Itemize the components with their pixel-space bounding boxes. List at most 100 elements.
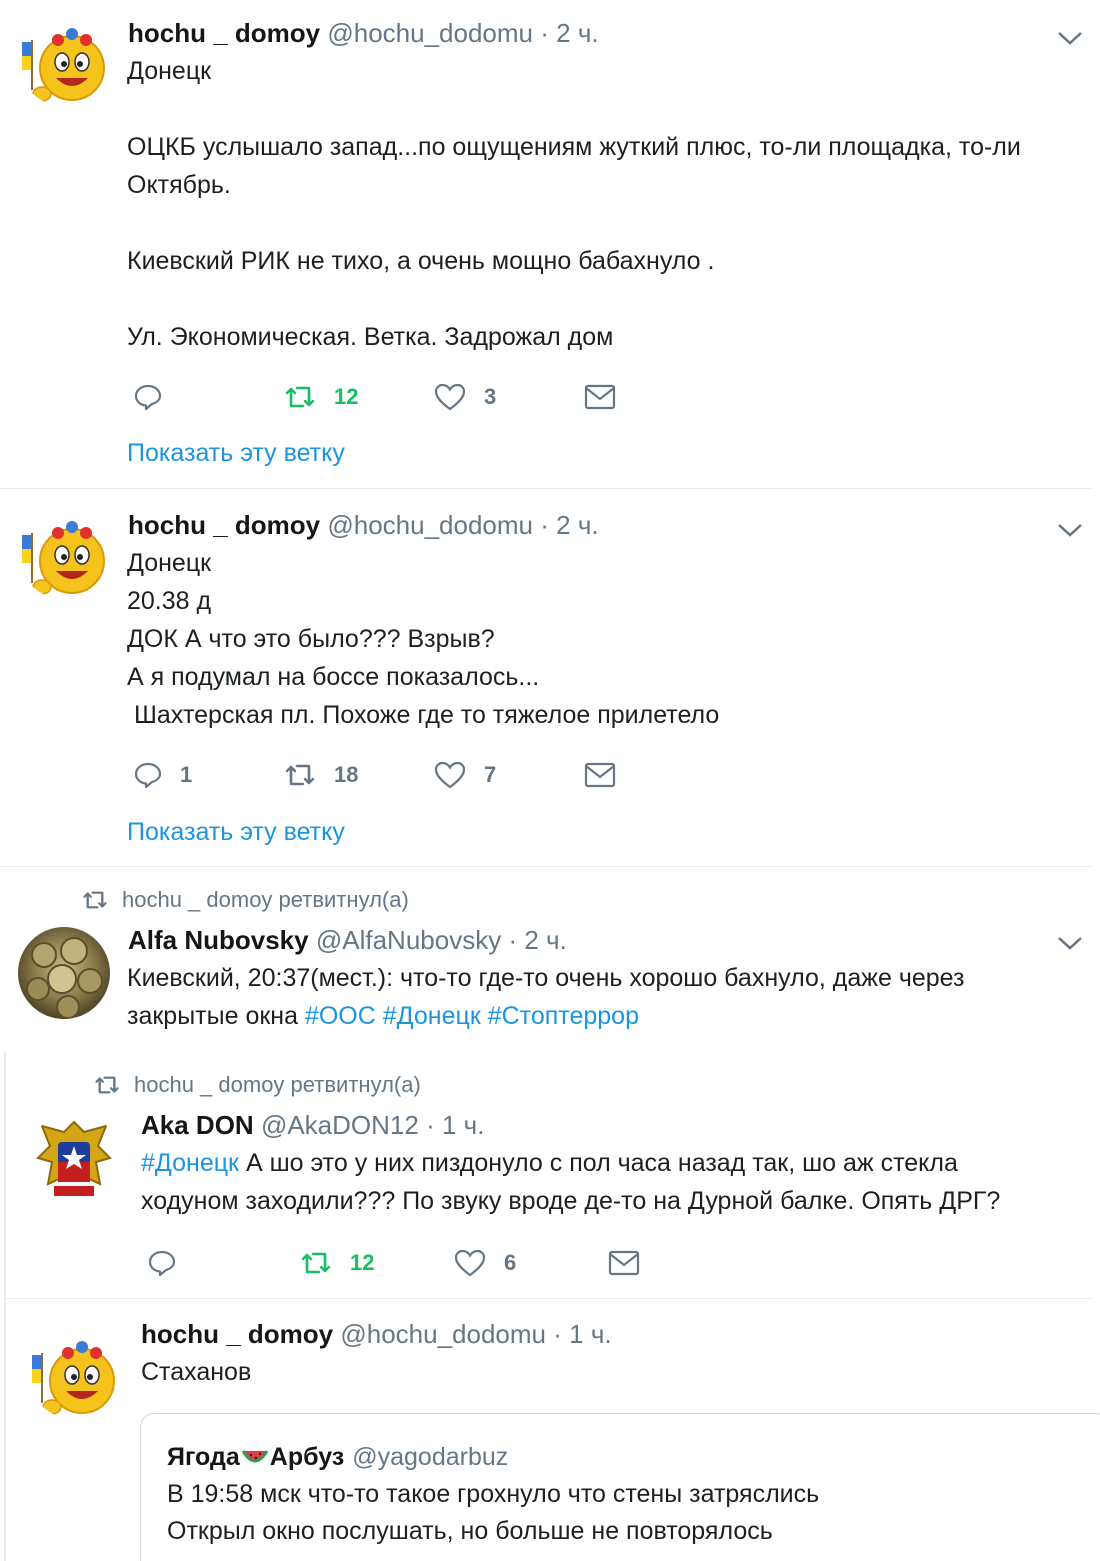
display-name[interactable]: hochu _ domoy [128, 510, 320, 540]
retweet-count: 12 [334, 384, 359, 409]
dm-icon [584, 762, 616, 788]
like-count: 6 [504, 1250, 517, 1275]
tweet-header: Aka DON @AkaDON12 · 1 ч. [141, 1110, 484, 1140]
hashtag-link[interactable]: #Донецк [383, 1002, 481, 1030]
display-name[interactable]: hochu _ domoy [141, 1319, 333, 1349]
chevron-down-icon[interactable] [1057, 522, 1083, 538]
like-button[interactable]: 3 [434, 377, 496, 417]
tweet-4-retweet[interactable]: hochu _ domoy ретвитнул(а) Aka DON @AkaD… [6, 1052, 1092, 1298]
quoted-display-name-suffix[interactable]: Арбуз [270, 1442, 344, 1472]
retweet-context: hochu _ domoy ретвитнул(а) [82, 887, 409, 913]
dm-icon [584, 384, 616, 410]
timestamp[interactable]: 1 ч. [442, 1110, 484, 1140]
user-handle[interactable]: @hochu_dodomu [327, 18, 533, 48]
reply-icon [134, 384, 162, 411]
display-name[interactable]: Alfa Nubovsky [128, 925, 309, 955]
reply-count: 1 [180, 762, 193, 787]
avatar[interactable] [28, 1327, 120, 1419]
user-handle[interactable]: @hochu_dodomu [340, 1319, 546, 1349]
chevron-down-icon[interactable] [1057, 30, 1083, 46]
hashtag-link[interactable]: #ООС [305, 1002, 376, 1030]
tweet-text: Донецк ОЦКБ услышало запад...по ощущения… [127, 57, 1021, 351]
separator-dot: · [508, 925, 518, 955]
tweet-3-retweet[interactable]: hochu _ domoy ретвитнул(а) Alfa Nubovsky… [0, 867, 1092, 1050]
tweet-5[interactable]: hochu _ domoy @hochu_dodomu · 1 ч. Стаха… [6, 1299, 1100, 1561]
separator-dot: · [540, 18, 549, 48]
like-icon [434, 383, 466, 411]
retweet-note[interactable]: hochu _ domoy ретвитнул(а) [134, 1072, 421, 1098]
avatar[interactable] [18, 14, 110, 106]
retweet-count: 18 [334, 762, 359, 787]
tweet-text-line: ходуном заходили??? По звуку вроде де-то… [141, 1187, 1001, 1215]
quoted-tweet-header: Ягода Арбуз @yagodarbuz [167, 1442, 508, 1472]
reply-button[interactable] [148, 1243, 194, 1283]
tweet-header: hochu _ domoy @hochu_dodomu · 2 ч. [128, 18, 599, 48]
quoted-display-name[interactable]: Ягода [167, 1442, 240, 1472]
tweet-header: hochu _ domoy @hochu_dodomu · 2 ч. [128, 510, 599, 540]
quoted-user-handle[interactable]: @yagodarbuz [352, 1442, 508, 1472]
retweet-icon [285, 764, 315, 786]
direct-message-button[interactable] [584, 377, 616, 417]
timestamp[interactable]: 1 ч. [569, 1319, 611, 1349]
watermelon-icon [241, 1450, 269, 1463]
retweet-button[interactable]: 12 [284, 377, 358, 417]
tweet-text-line: закрытые окна #ООС #Донецк #Стоптеррор [127, 997, 964, 1035]
coat-of-arms-avatar-image [28, 1112, 120, 1204]
separator-dot: · [553, 1319, 562, 1349]
reply-icon [134, 762, 162, 789]
like-count: 3 [484, 384, 497, 409]
avatar[interactable] [18, 507, 110, 599]
quoted-tweet-text: В 19:58 мск что-то такое грохнуло что ст… [167, 1480, 820, 1545]
smiley-avatar-image [18, 14, 110, 106]
tweet-text-segment: А шо это у них пиздонуло с пол часа наза… [239, 1149, 958, 1177]
avatar[interactable] [28, 1112, 120, 1204]
direct-message-button[interactable] [608, 1243, 640, 1283]
like-button[interactable]: 6 [454, 1243, 516, 1283]
dm-icon [608, 1250, 640, 1276]
tweet-text: Донецк 20.38 д ДОК А что это было??? Взр… [127, 549, 720, 729]
reply-icon [148, 1250, 176, 1277]
tweet-1[interactable]: hochu _ domoy @hochu_dodomu · 2 ч. Донец… [0, 0, 1092, 488]
retweet-note[interactable]: hochu _ domoy ретвитнул(а) [122, 887, 409, 913]
tweet-text-line: Киевский, 20:37(мест.): что-то где-то оч… [127, 964, 965, 992]
retweet-icon [285, 386, 315, 408]
retweet-context: hochu _ domoy ретвитнул(а) [94, 1072, 421, 1098]
tweet-text: #Донецк А шо это у них пиздонуло с пол ч… [141, 1144, 1000, 1220]
timestamp[interactable]: 2 ч. [524, 925, 566, 955]
retweet-button[interactable]: 12 [300, 1243, 374, 1283]
direct-message-button[interactable] [584, 755, 616, 795]
display-name[interactable]: Aka DON [141, 1110, 254, 1140]
quoted-tweet[interactable]: Ягода Арбуз @yagodarbuz В 19:58 мск что-… [140, 1413, 1100, 1561]
tweet-text: Киевский, 20:37(мест.): что-то где-то оч… [127, 959, 964, 1035]
chevron-down-icon[interactable] [1057, 935, 1083, 951]
hashtag-link[interactable]: #Донецк [141, 1149, 239, 1177]
retweet-icon [301, 1252, 331, 1274]
avatar[interactable] [18, 927, 110, 1019]
like-button[interactable]: 7 [434, 755, 496, 795]
tweet-2[interactable]: hochu _ domoy @hochu_dodomu · 2 ч. Донец… [0, 489, 1092, 866]
display-name[interactable]: hochu _ domoy [128, 18, 320, 48]
timestamp[interactable]: 2 ч. [556, 18, 598, 48]
retweet-icon [95, 1076, 119, 1094]
hashtag-link[interactable]: #Стоптеррор [488, 1002, 639, 1030]
smiley-avatar-image [28, 1327, 120, 1419]
like-icon [454, 1249, 486, 1277]
separator-dot: · [426, 1110, 435, 1140]
user-handle[interactable]: @AkaDON12 [261, 1110, 419, 1140]
user-handle[interactable]: @AlfaNubovsky [316, 925, 501, 955]
timestamp[interactable]: 2 ч. [556, 510, 598, 540]
reply-button[interactable]: 1 [134, 755, 192, 795]
reply-button[interactable] [134, 377, 180, 417]
tweet-header: Alfa Nubovsky @AlfaNubovsky · 2 ч. [128, 925, 567, 955]
retweet-icon [83, 891, 107, 909]
tweet-header: hochu _ domoy @hochu_dodomu · 1 ч. [141, 1319, 612, 1349]
user-handle[interactable]: @hochu_dodomu [327, 510, 533, 540]
nut-texture-avatar-image [18, 927, 110, 1019]
retweet-button[interactable]: 18 [284, 755, 358, 795]
show-thread-link[interactable]: Показать эту ветку [127, 817, 345, 847]
like-count: 7 [484, 762, 497, 787]
tweet-actions: 1 18 7 [134, 755, 634, 795]
like-icon [434, 761, 466, 789]
show-thread-link[interactable]: Показать эту ветку [127, 438, 345, 468]
separator-dot: · [540, 510, 549, 540]
